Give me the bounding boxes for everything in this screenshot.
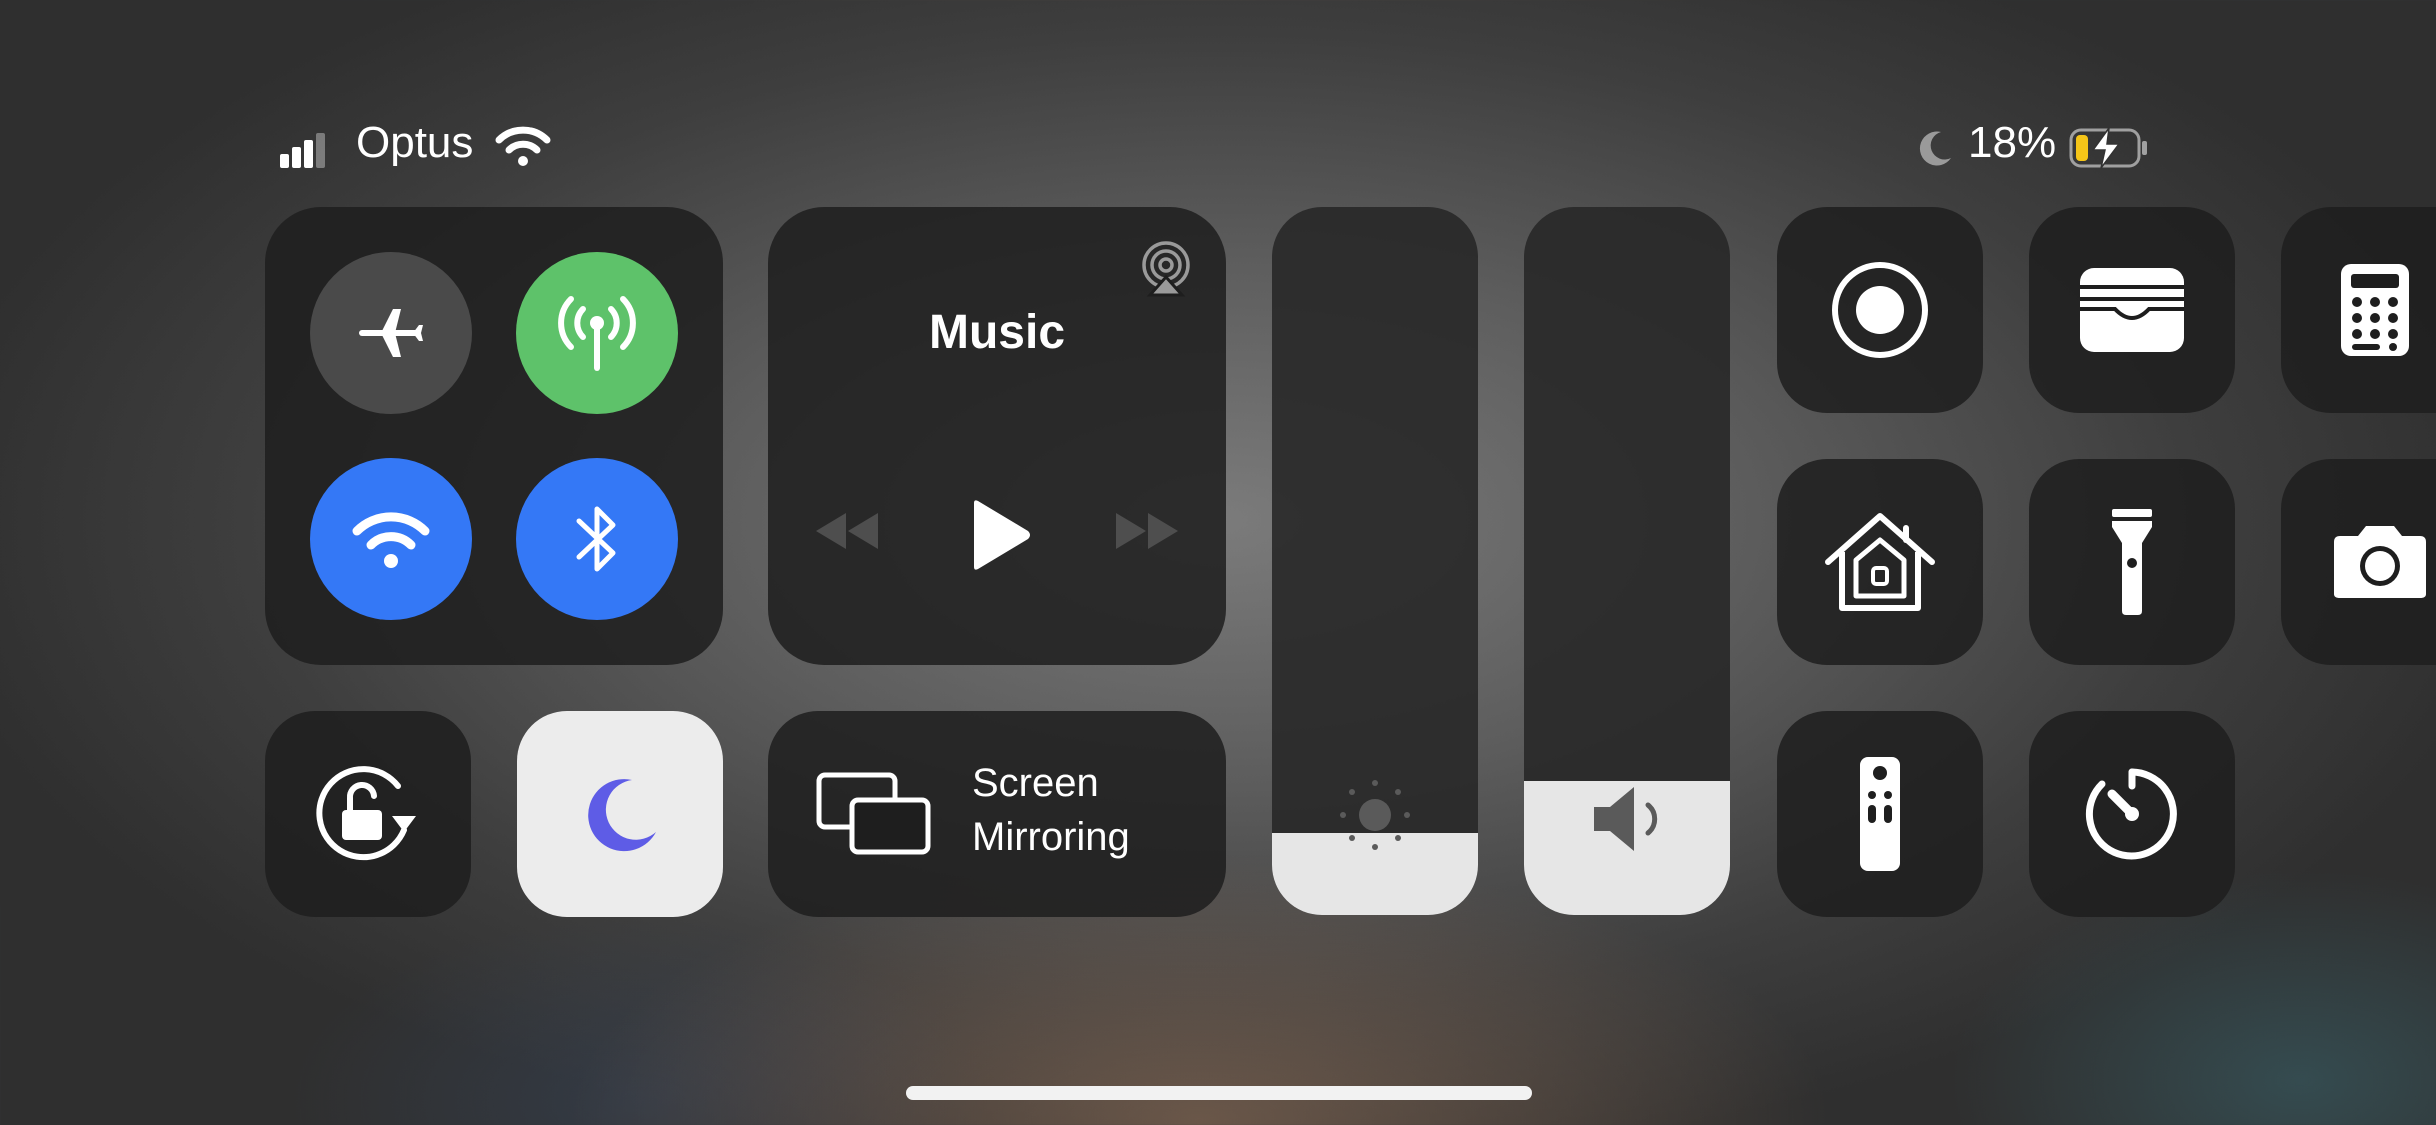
airplane-icon	[359, 309, 423, 357]
play-icon	[974, 500, 1030, 570]
flashlight-icon	[2112, 509, 2152, 615]
screen-recording-button[interactable]	[1777, 207, 1983, 413]
timer-button[interactable]	[2029, 711, 2235, 917]
rotation-lock-icon	[316, 766, 416, 861]
music-title: Music	[928, 306, 1066, 359]
moon-icon	[1915, 128, 1955, 168]
bluetooth-icon	[576, 506, 616, 572]
bluetooth-toggle[interactable]	[516, 458, 678, 620]
screen-mirroring-label-line2: Mirroring	[972, 815, 1130, 859]
screen-mirroring-label-line1: Screen	[972, 761, 1099, 805]
flashlight-button[interactable]	[2029, 459, 2235, 665]
screen-mirroring-button[interactable]: Screen Mirroring	[768, 711, 1226, 917]
airplay-icon[interactable]	[1136, 239, 1196, 299]
camera-icon	[2334, 526, 2426, 598]
home-button[interactable]	[1777, 459, 1983, 665]
wifi-icon	[352, 512, 430, 568]
record-icon	[1832, 262, 1928, 358]
signal-strength-icon	[280, 128, 326, 168]
orientation-lock-toggle[interactable]	[265, 711, 471, 917]
battery-percentage: 18%	[1968, 118, 2057, 167]
screen-mirroring-icon	[816, 772, 931, 855]
timer-icon	[2085, 768, 2177, 860]
rewind-button[interactable]	[812, 509, 882, 553]
sun-icon	[1335, 775, 1415, 855]
brightness-slider[interactable]	[1272, 207, 1478, 915]
focus-do-not-disturb-toggle[interactable]	[517, 711, 723, 917]
home-icon	[1825, 513, 1935, 611]
calculator-icon	[2341, 264, 2409, 356]
wifi-toggle[interactable]	[310, 458, 472, 620]
speaker-icon	[1590, 783, 1670, 855]
camera-button[interactable]	[2281, 459, 2436, 665]
cellular-data-toggle[interactable]	[516, 252, 678, 414]
wallet-button[interactable]	[2029, 207, 2235, 413]
calculator-button[interactable]	[2281, 207, 2436, 413]
home-indicator[interactable]	[906, 1086, 1532, 1100]
remote-icon	[1860, 757, 1900, 871]
airplane-mode-toggle[interactable]	[310, 252, 472, 414]
status-bar: Optus 18%	[280, 118, 2160, 178]
cellular-antenna-icon	[558, 296, 636, 371]
play-button[interactable]	[968, 499, 1032, 571]
wifi-status-icon	[495, 124, 551, 168]
rewind-icon	[816, 513, 878, 549]
moon-icon	[588, 779, 656, 852]
music-player-panel[interactable]: Music	[768, 207, 1226, 665]
battery-charging-icon	[2069, 126, 2149, 170]
apple-tv-remote-button[interactable]	[1777, 711, 1983, 917]
connectivity-panel	[265, 207, 723, 665]
wallet-icon	[2080, 268, 2184, 352]
fast-forward-icon	[1116, 513, 1178, 549]
volume-slider[interactable]	[1524, 207, 1730, 915]
carrier-name: Optus	[356, 118, 474, 167]
fast-forward-button[interactable]	[1112, 509, 1182, 553]
